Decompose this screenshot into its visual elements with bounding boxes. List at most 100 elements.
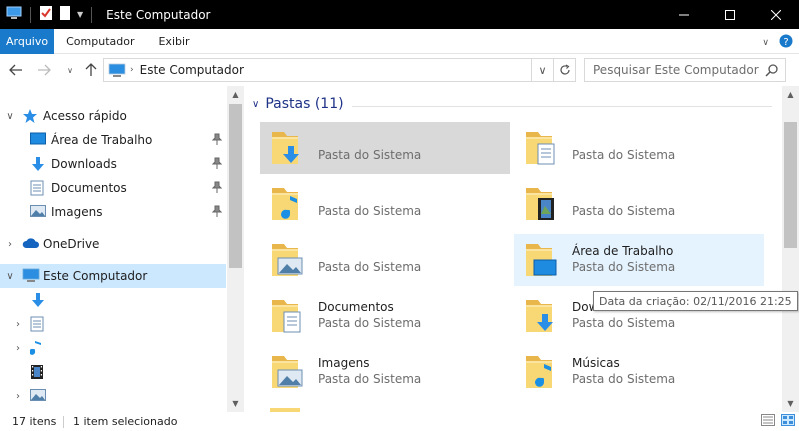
folder-tile[interactable]: Documentos Pasta do Sistema [260, 290, 510, 342]
folder-tile[interactable]: Pasta do Sistema [260, 234, 510, 286]
back-arrow-icon [9, 64, 22, 76]
properties-icon[interactable] [39, 5, 53, 24]
scroll-up-arrow-icon[interactable]: ▲ [782, 86, 799, 103]
folder-tile[interactable]: Pasta do Sistema [260, 178, 510, 230]
chevron-down-icon[interactable]: ∨ [5, 271, 15, 282]
scrollbar-thumb[interactable] [784, 122, 797, 248]
sidebar-item-this-pc[interactable]: ∨ Este Computador [0, 264, 226, 288]
large-icons-view-icon[interactable] [781, 414, 795, 429]
search-box[interactable] [584, 58, 786, 82]
sidebar-item-music-sub[interactable]: › [0, 336, 226, 360]
folder-name: Imagens [318, 356, 370, 370]
forward-arrow-icon [38, 64, 51, 76]
folder-tile[interactable]: Pasta do Sistema [514, 122, 764, 174]
search-icon[interactable] [765, 63, 779, 80]
window-title: Este Computador [106, 7, 211, 22]
film-icon [30, 364, 44, 383]
expand-ribbon-icon[interactable]: ∨ [762, 38, 769, 48]
computer-icon [108, 63, 126, 77]
chevron-down-icon[interactable]: ∨ [5, 111, 15, 122]
folder-type: Pasta do Sistema [318, 260, 422, 274]
minimize-icon [679, 14, 689, 15]
chevron-right-icon[interactable]: › [13, 391, 23, 402]
title-separator [30, 6, 31, 23]
help-icon[interactable]: ? [779, 34, 793, 51]
sidebar-item-downloads-sub[interactable] [0, 288, 226, 312]
back-button[interactable] [4, 58, 28, 82]
sidebar-item-label: Downloads [51, 157, 117, 171]
up-arrow-icon [85, 63, 97, 76]
sidebar-item-onedrive[interactable]: › OneDrive [0, 232, 226, 256]
item-count: 17 itens [12, 415, 57, 428]
breadcrumb-chevron-icon[interactable]: › [130, 65, 134, 75]
sidebar-item-pictures[interactable]: Imagens [0, 200, 226, 224]
status-separator [63, 416, 64, 428]
scroll-down-arrow-icon[interactable]: ▼ [227, 395, 244, 412]
computer-icon[interactable] [6, 6, 22, 23]
title-separator [91, 6, 93, 23]
new-folder-icon[interactable] [59, 5, 71, 24]
scrollbar-thumb[interactable] [229, 104, 242, 268]
forward-button[interactable] [32, 58, 56, 82]
maximize-button[interactable] [707, 0, 753, 29]
chevron-right-icon[interactable]: › [13, 319, 23, 330]
folder-tile[interactable]: Pasta do Sistema [514, 178, 764, 230]
content-scrollbar[interactable]: ▲ ▼ [782, 86, 799, 412]
breadcrumb[interactable]: Este Computador [140, 63, 244, 77]
sidebar-item-quick-access[interactable]: ∨ Acesso rápido [0, 104, 226, 128]
folder-type: Pasta do Sistema [572, 316, 676, 330]
group-header[interactable]: ∨ Pastas (11) [252, 96, 344, 112]
folder-type: Pasta do Sistema [572, 372, 676, 386]
folder-name: Área de Trabalho [572, 244, 674, 258]
scroll-down-arrow-icon[interactable]: ▼ [782, 395, 799, 412]
folder-name: Músicas [572, 356, 620, 370]
sidebar-item-pictures-sub[interactable]: › [0, 384, 226, 408]
pictures-icon [30, 388, 46, 405]
refresh-button[interactable] [553, 59, 575, 81]
file-list-view: ∨ Pastas (11) Pasta do Sistema Pasta do … [246, 92, 782, 412]
svg-text:?: ? [783, 37, 788, 48]
sidebar-item-label: Acesso rápido [43, 109, 127, 123]
title-bar: ▼ Este Computador [0, 0, 799, 29]
pictures-folder-icon [270, 240, 304, 283]
close-button[interactable] [753, 0, 799, 29]
address-history-button[interactable]: ∨ [531, 59, 553, 81]
folder-tile[interactable]: Área de Trabalho Pasta do Sistema [514, 234, 764, 286]
group-divider [352, 106, 772, 107]
quick-access-dropdown-icon[interactable]: ▼ [77, 10, 83, 19]
folder-type: Pasta do Sistema [318, 148, 422, 162]
address-bar[interactable]: › Este Computador ∨ [103, 58, 576, 82]
chevron-right-icon[interactable]: › [5, 239, 15, 250]
sidebar-item-documents[interactable]: Documentos [0, 176, 226, 200]
pin-icon[interactable] [211, 157, 223, 172]
sidebar-item-desktop[interactable]: Área de Trabalho [0, 128, 226, 152]
search-input[interactable] [593, 63, 763, 77]
tab-arquivo[interactable]: Arquivo [0, 28, 55, 54]
maximize-icon [725, 9, 735, 20]
sidebar-scrollbar[interactable]: ▲ ▼ [227, 86, 244, 412]
sidebar-item-documents-sub[interactable]: › [0, 312, 226, 336]
folder-tile[interactable]: Pasta do Sistema [260, 122, 510, 174]
documents-icon [30, 180, 44, 199]
desktop-folder-icon [524, 240, 558, 283]
documents-folder-icon [524, 128, 558, 171]
minimize-button[interactable] [661, 0, 707, 29]
computer-icon [22, 268, 40, 285]
pin-icon[interactable] [211, 205, 223, 220]
tab-computador[interactable]: Computador [54, 29, 146, 54]
pin-icon[interactable] [211, 133, 223, 148]
details-view-icon[interactable] [761, 414, 775, 429]
chevron-right-icon[interactable]: › [13, 343, 23, 354]
sidebar-item-downloads[interactable]: Downloads [0, 152, 226, 176]
folder-tile[interactable]: Imagens Pasta do Sistema [260, 346, 510, 398]
tooltip: Data da criação: 02/11/2016 21:25 [593, 291, 798, 311]
up-button[interactable] [79, 58, 103, 82]
folder-tile[interactable]: Músicas Pasta do Sistema [514, 346, 764, 398]
sidebar-item-videos-sub[interactable] [0, 360, 226, 384]
pictures-folder-icon [270, 352, 304, 395]
tab-exibir[interactable]: Exibir [146, 29, 201, 54]
navigation-pane: ∨ Acesso rápido Área de Trabalho Downloa… [0, 92, 228, 412]
scroll-up-arrow-icon[interactable]: ▲ [227, 86, 244, 103]
chevron-down-icon[interactable]: ∨ [252, 99, 259, 110]
pin-icon[interactable] [211, 181, 223, 196]
